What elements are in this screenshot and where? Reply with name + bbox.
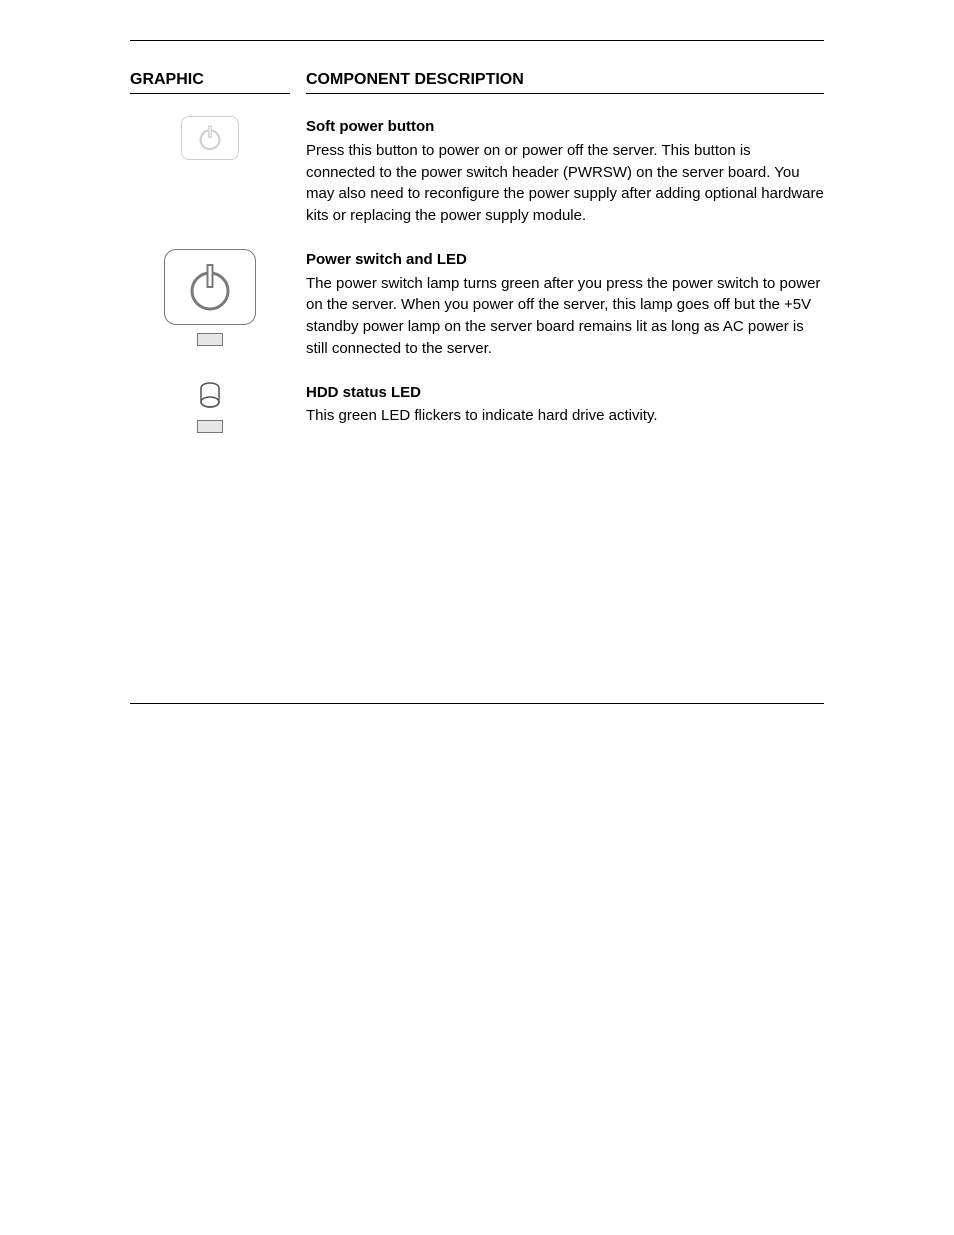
bottom-rule (130, 703, 824, 704)
hdd-icon (199, 382, 221, 412)
led-indicator-icon (197, 420, 223, 433)
row-title: HDD status LED (306, 382, 824, 404)
row-text: This green LED flickers to indicate hard… (306, 405, 824, 427)
graphic-cell (130, 249, 290, 360)
page: GRAPHIC COMPONENT DESCRIPTION Soft power… (0, 0, 954, 1235)
top-rule (130, 40, 824, 41)
col-header-graphic: GRAPHIC (130, 71, 290, 94)
table-header: GRAPHIC COMPONENT DESCRIPTION (130, 71, 824, 94)
row-text: The power switch lamp turns green after … (306, 273, 824, 360)
table-row: Soft power button Press this button to p… (130, 116, 824, 227)
description-cell: Soft power button Press this button to p… (306, 116, 824, 227)
power-switch-icon (164, 249, 256, 325)
row-title: Power switch and LED (306, 249, 824, 271)
description-cell: HDD status LED This green LED flickers t… (306, 382, 824, 433)
graphic-cell (130, 116, 290, 227)
graphic-cell (130, 382, 290, 433)
col-header-description: COMPONENT DESCRIPTION (306, 71, 824, 94)
row-text: Press this button to power on or power o… (306, 140, 824, 227)
row-title: Soft power button (306, 116, 824, 138)
table-row: Power switch and LED The power switch la… (130, 249, 824, 360)
table-row: HDD status LED This green LED flickers t… (130, 382, 824, 433)
description-cell: Power switch and LED The power switch la… (306, 249, 824, 360)
soft-power-button-icon (181, 116, 239, 160)
led-indicator-icon (197, 333, 223, 346)
